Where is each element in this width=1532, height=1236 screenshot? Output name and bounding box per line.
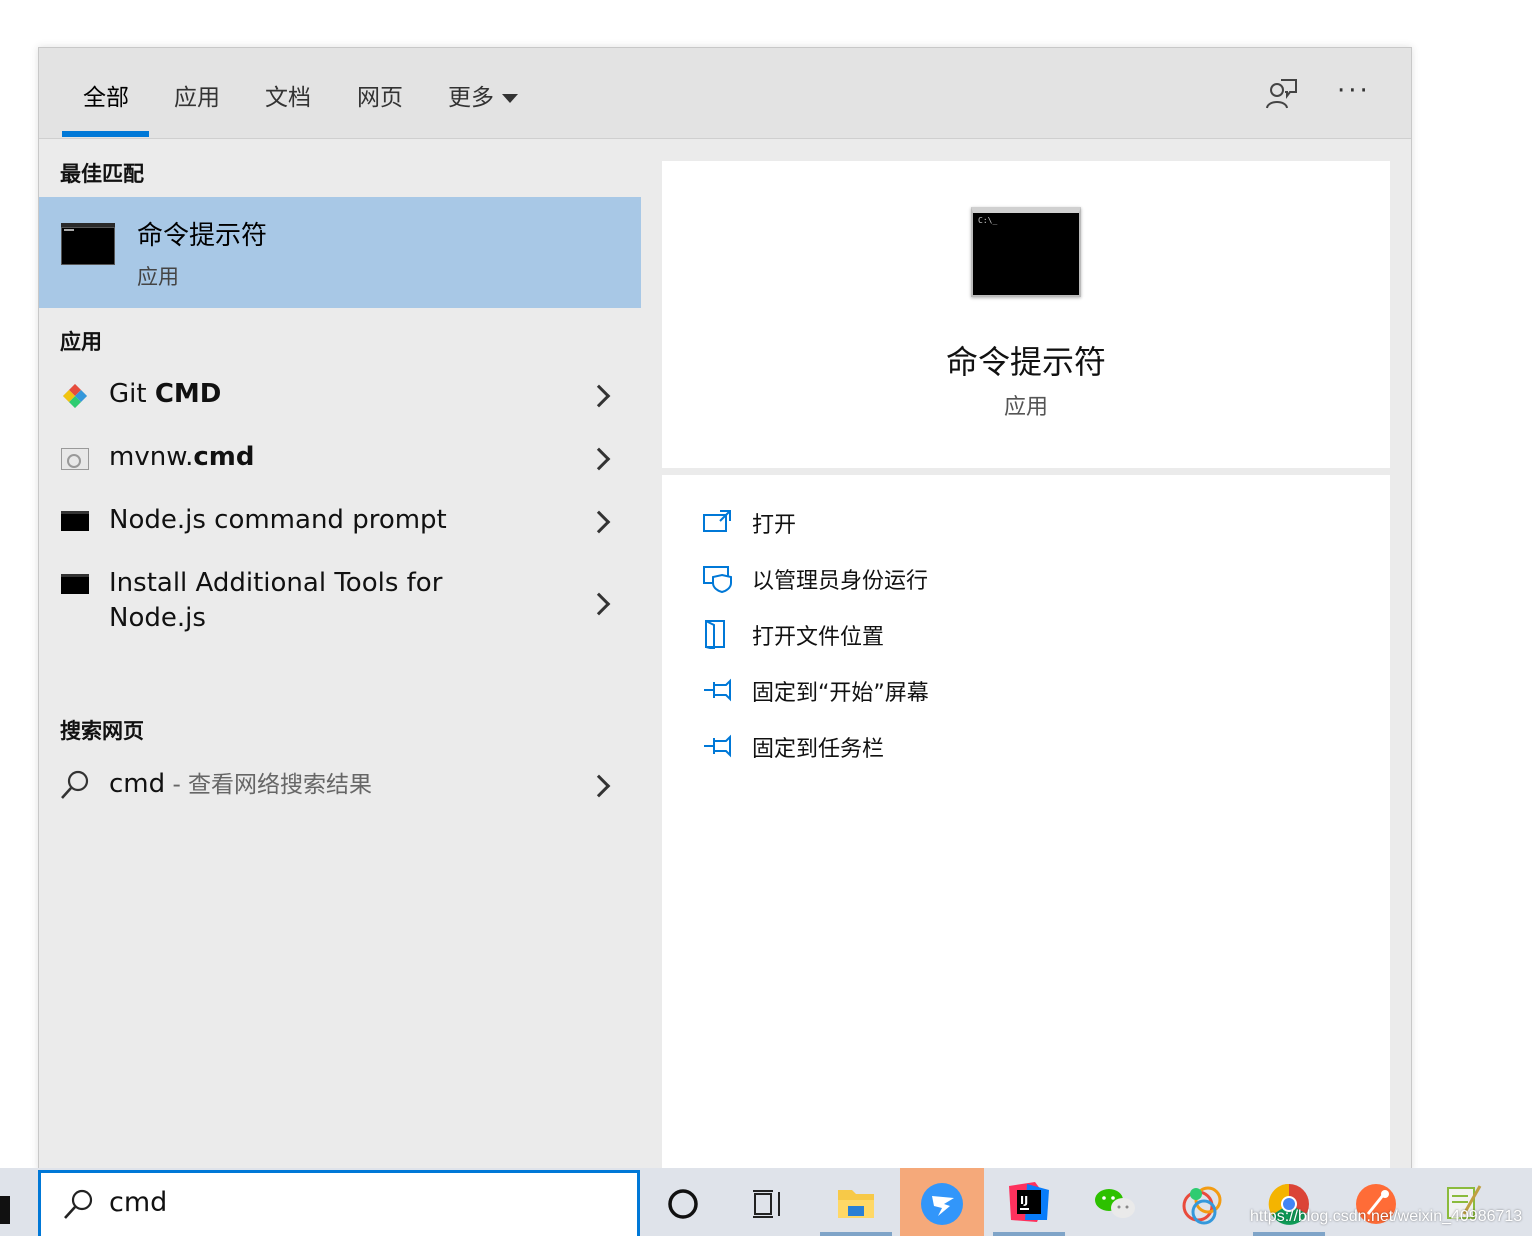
- folder-icon: [838, 1190, 874, 1218]
- app-label: Node.js command prompt: [109, 505, 447, 535]
- command-prompt-icon: [61, 511, 89, 531]
- open-icon: [703, 510, 731, 532]
- tab-more-label: 更多: [448, 85, 494, 111]
- tab-bar: 全部 应用 文档 网页 更多 ···: [39, 48, 1411, 139]
- navicat-icon: [1182, 1186, 1222, 1225]
- tab-documents[interactable]: 文档: [265, 78, 311, 138]
- action-pin-to-taskbar[interactable]: 固定到任务栏: [702, 727, 1302, 767]
- pin-icon: [704, 678, 731, 702]
- command-prompt-icon: [971, 207, 1081, 297]
- action-label: 打开: [752, 513, 797, 538]
- dingtalk-icon: [921, 1183, 963, 1225]
- svg-text:IJ: IJ: [1020, 1194, 1028, 1207]
- running-indicator: [1253, 1232, 1325, 1236]
- chevron-right-icon[interactable]: [587, 384, 611, 408]
- watermark: https://blog.csdn.net/weixin_40986713: [1250, 1208, 1523, 1225]
- chevron-right-icon[interactable]: [587, 774, 611, 798]
- action-label: 以管理员身份运行: [752, 569, 929, 594]
- cortana-button[interactable]: [641, 1168, 725, 1236]
- ellipsis-icon: ···: [1337, 76, 1371, 106]
- taskbar-navicat[interactable]: [1160, 1168, 1244, 1236]
- task-view-button[interactable]: [725, 1168, 809, 1236]
- script-file-icon: [61, 448, 89, 470]
- detail-actions: 打开 以管理员身份运行 打开文件位置 固定到“开始”屏幕 固定到任务栏: [662, 475, 1390, 1172]
- more-options-button[interactable]: ···: [1337, 78, 1377, 108]
- app-label: mvnw.cmd: [109, 442, 255, 472]
- intellij-icon: IJ: [1009, 1182, 1049, 1222]
- search-icon: [61, 770, 89, 799]
- action-open[interactable]: 打开: [702, 503, 1302, 543]
- active-tab-indicator: [62, 131, 149, 137]
- chevron-right-icon[interactable]: [587, 510, 611, 534]
- shield-run-icon: [703, 566, 732, 593]
- tab-all[interactable]: 全部: [83, 78, 129, 138]
- app-item-nodejs-prompt[interactable]: Node.js command prompt: [39, 491, 641, 553]
- running-indicator: [993, 1232, 1065, 1236]
- feedback-icon: [1266, 79, 1297, 109]
- tab-web[interactable]: 网页: [357, 78, 403, 138]
- feedback-button[interactable]: [1263, 76, 1299, 112]
- section-title-best-match: 最佳匹配: [60, 162, 144, 186]
- web-search-item[interactable]: cmd - 查看网络搜索结果: [39, 753, 641, 815]
- search-panel: 全部 应用 文档 网页 更多 ··· 最佳匹配 命令提示符 应用 应用 Git …: [38, 47, 1412, 1172]
- chevron-right-icon[interactable]: [587, 447, 611, 471]
- command-prompt-icon: [61, 574, 89, 594]
- best-match-item[interactable]: 命令提示符 应用: [39, 197, 641, 308]
- git-icon: [62, 383, 88, 409]
- pin-icon: [704, 734, 731, 758]
- tab-apps[interactable]: 应用: [174, 78, 220, 138]
- taskbar-intellij[interactable]: IJ: [987, 1168, 1071, 1236]
- taskbar-wechat[interactable]: [1073, 1168, 1157, 1236]
- app-item-git-cmd[interactable]: Git CMD: [39, 365, 641, 427]
- app-label-line2: Node.js: [109, 603, 206, 633]
- search-input[interactable]: cmd: [109, 1187, 167, 1218]
- action-run-as-admin[interactable]: 以管理员身份运行: [702, 559, 1302, 599]
- action-pin-to-start[interactable]: 固定到“开始”屏幕: [702, 671, 1302, 711]
- section-title-apps: 应用: [60, 330, 102, 354]
- running-indicator: [820, 1232, 892, 1236]
- start-button-icon[interactable]: [0, 1196, 10, 1224]
- results-list: 最佳匹配 命令提示符 应用 应用 Git CMD mvnw.cmd Node.j…: [39, 140, 641, 1172]
- action-label: 打开文件位置: [752, 625, 885, 650]
- wechat-icon: [1095, 1189, 1135, 1218]
- app-item-nodejs-tools[interactable]: Install Additional Tools for Node.js: [39, 554, 641, 664]
- detail-subtitle: 应用: [1003, 395, 1048, 420]
- section-title-web: 搜索网页: [60, 719, 144, 743]
- detail-header: 命令提示符 应用: [662, 161, 1390, 468]
- action-label: 固定到“开始”屏幕: [752, 681, 929, 706]
- best-match-title: 命令提示符: [137, 221, 268, 251]
- taskbar-file-explorer[interactable]: [814, 1168, 898, 1236]
- web-search-label: cmd - 查看网络搜索结果: [109, 769, 373, 799]
- app-item-mvnw[interactable]: mvnw.cmd: [39, 428, 641, 490]
- command-prompt-icon: [61, 223, 115, 265]
- file-location-icon: [705, 620, 725, 649]
- action-open-file-location[interactable]: 打开文件位置: [702, 615, 1302, 655]
- detail-title: 命令提示符: [945, 343, 1106, 381]
- action-label: 固定到任务栏: [752, 737, 885, 762]
- chevron-right-icon[interactable]: [587, 592, 611, 616]
- tab-more[interactable]: 更多: [448, 78, 518, 138]
- caret-down-icon: [502, 94, 518, 103]
- search-icon: [64, 1189, 93, 1219]
- taskbar-dingtalk[interactable]: [900, 1168, 984, 1236]
- cortana-icon: [668, 1189, 698, 1219]
- app-label: Install Additional Tools for: [109, 568, 443, 598]
- best-match-subtitle: 应用: [137, 265, 179, 289]
- taskbar-search-box[interactable]: cmd: [38, 1170, 640, 1236]
- app-label: Git CMD: [109, 379, 222, 409]
- task-view-icon: [753, 1190, 780, 1218]
